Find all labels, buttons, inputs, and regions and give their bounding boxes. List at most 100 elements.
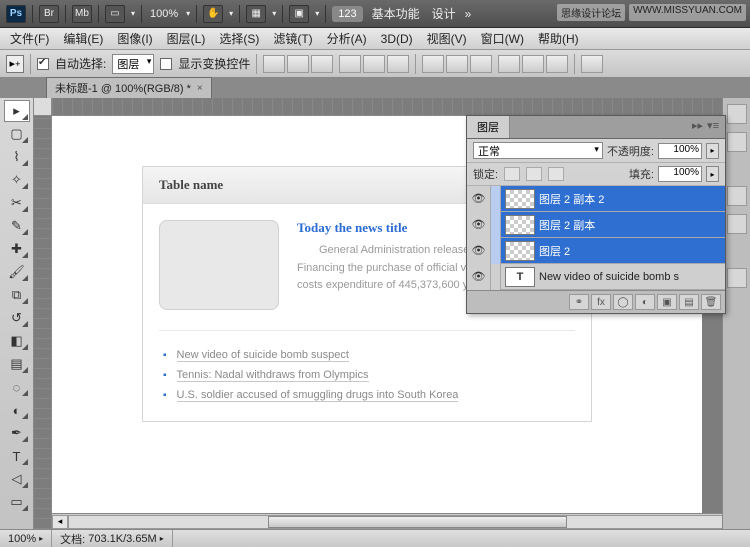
chevron-right-icon[interactable]: ▸ — [160, 534, 164, 543]
heal-tool[interactable]: ✚ — [4, 238, 30, 260]
dock-styles-icon[interactable] — [727, 214, 747, 234]
lasso-tool[interactable]: ⌇ — [4, 146, 30, 168]
trash-icon[interactable]: 🗑 — [701, 294, 721, 310]
layer-row[interactable]: 👁 图层 2 — [467, 238, 725, 264]
lock-pixels-icon[interactable] — [504, 167, 520, 181]
eraser-tool[interactable]: ◧ — [4, 330, 30, 352]
layer-name[interactable]: 图层 2 副本 2 — [539, 191, 604, 207]
dist-vcenter-icon[interactable] — [446, 55, 468, 73]
menu-file[interactable]: 文件(F) — [4, 28, 55, 49]
dock-layers-icon[interactable] — [727, 268, 747, 288]
dist-bottom-icon[interactable] — [470, 55, 492, 73]
blur-tool[interactable]: ◌ — [4, 376, 30, 398]
layer-name[interactable]: 图层 2 — [539, 243, 570, 259]
auto-select-checkbox[interactable] — [37, 58, 49, 70]
stamp-tool[interactable]: ⧉ — [4, 284, 30, 306]
type-tool[interactable]: T — [4, 445, 30, 467]
arrange-icon[interactable]: ▦ — [246, 5, 266, 23]
new-layer-icon[interactable]: ▤ — [679, 294, 699, 310]
dist-hcenter-icon[interactable] — [522, 55, 544, 73]
menu-filter[interactable]: 滤镜(T) — [267, 28, 318, 49]
panel-collapse-icon[interactable]: ▸▸ — [692, 119, 703, 135]
minibridge-icon[interactable]: Mb — [72, 5, 92, 23]
shape-tool[interactable]: ▭ — [4, 491, 30, 513]
visibility-icon[interactable]: 👁 — [467, 238, 491, 264]
auto-select-dropdown[interactable]: 图层 — [112, 54, 154, 74]
close-icon[interactable]: × — [197, 83, 203, 94]
ruler-vertical[interactable] — [34, 116, 52, 529]
zoom-level[interactable]: 100% — [148, 8, 180, 20]
gradient-tool[interactable]: ▤ — [4, 353, 30, 375]
ps-logo-icon[interactable]: Ps — [6, 5, 26, 23]
mask-icon[interactable]: ◯ — [613, 294, 633, 310]
brush-tool[interactable]: 🖌 — [4, 261, 30, 283]
blend-mode-select[interactable]: 正常 — [473, 142, 603, 159]
fx-icon[interactable]: fx — [591, 294, 611, 310]
dock-adjust-icon[interactable] — [727, 186, 747, 206]
menu-analysis[interactable]: 分析(A) — [321, 28, 373, 49]
opacity-input[interactable]: 100% — [658, 143, 702, 159]
dodge-tool[interactable]: ◐ — [4, 399, 30, 421]
layer-row[interactable]: 👁 图层 2 副本 — [467, 212, 725, 238]
dock-color-icon[interactable] — [727, 104, 747, 124]
layer-row[interactable]: 👁 图层 2 副本 2 — [467, 186, 725, 212]
wand-tool[interactable]: ✧ — [4, 169, 30, 191]
pen-tool[interactable]: ✒ — [4, 422, 30, 444]
visibility-icon[interactable]: 👁 — [467, 186, 491, 212]
visibility-icon[interactable]: 👁 — [467, 212, 491, 238]
layer-name[interactable]: New video of suicide bomb s — [539, 271, 679, 283]
menu-help[interactable]: 帮助(H) — [532, 28, 585, 49]
dock-swatches-icon[interactable] — [727, 132, 747, 152]
align-left-icon[interactable] — [339, 55, 361, 73]
align-top-icon[interactable] — [263, 55, 285, 73]
menu-select[interactable]: 选择(S) — [213, 28, 265, 49]
workspace-design[interactable]: 设计 — [429, 5, 459, 22]
scroll-thumb[interactable] — [268, 516, 567, 528]
opacity-arrow-icon[interactable]: ▸ — [706, 143, 719, 159]
dist-top-icon[interactable] — [422, 55, 444, 73]
adjustment-icon[interactable]: ◐ — [635, 294, 655, 310]
menu-layer[interactable]: 图层(L) — [161, 28, 212, 49]
view-extras-icon[interactable]: ▭ — [105, 5, 125, 23]
align-hcenter-icon[interactable] — [363, 55, 385, 73]
show-transform-checkbox[interactable] — [160, 58, 172, 70]
history-brush-tool[interactable]: ↺ — [4, 307, 30, 329]
layers-tab[interactable]: 图层 — [467, 116, 510, 138]
dist-right-icon[interactable] — [546, 55, 568, 73]
menu-3d[interactable]: 3D(D) — [375, 30, 419, 48]
visibility-icon[interactable]: 👁 — [467, 264, 491, 290]
fill-arrow-icon[interactable]: ▸ — [706, 166, 719, 182]
eyedropper-tool[interactable]: ✎ — [4, 215, 30, 237]
menu-window[interactable]: 窗口(W) — [475, 28, 530, 49]
move-tool-icon[interactable]: ▸+ — [6, 55, 24, 73]
marquee-tool[interactable]: ▢ — [4, 123, 30, 145]
group-icon[interactable]: ▣ — [657, 294, 677, 310]
align-vcenter-icon[interactable] — [287, 55, 309, 73]
link-layers-icon[interactable]: ⚭ — [569, 294, 589, 310]
status-zoom[interactable]: 100%▸ — [0, 530, 52, 547]
layer-row[interactable]: 👁 T New video of suicide bomb s — [467, 264, 725, 290]
menu-image[interactable]: 图像(I) — [111, 28, 158, 49]
screen-mode-icon[interactable]: ▣ — [289, 5, 309, 23]
hand-icon[interactable]: ✋ — [203, 5, 223, 23]
chevron-right-icon[interactable]: ▸ — [39, 534, 43, 543]
panel-menu-icon[interactable]: ▾≡ — [707, 119, 719, 135]
align-bottom-icon[interactable] — [311, 55, 333, 73]
document-tab[interactable]: 未标题-1 @ 100%(RGB/8) * × — [46, 77, 212, 98]
lock-position-icon[interactable] — [526, 167, 542, 181]
scrollbar-horizontal[interactable]: ◂ ▸ — [52, 513, 750, 529]
menu-edit[interactable]: 编辑(E) — [57, 28, 109, 49]
lock-all-icon[interactable] — [548, 167, 564, 181]
workspace-chip[interactable]: 123 — [332, 6, 362, 22]
workspace-essentials[interactable]: 基本功能 — [369, 5, 423, 22]
dist-left-icon[interactable] — [498, 55, 520, 73]
fill-input[interactable]: 100% — [658, 166, 702, 182]
ruler-horizontal[interactable] — [52, 98, 750, 116]
move-tool[interactable]: ▸ — [4, 100, 30, 122]
auto-align-icon[interactable] — [581, 55, 603, 73]
menu-view[interactable]: 视图(V) — [421, 28, 473, 49]
bridge-icon[interactable]: Br — [39, 5, 59, 23]
ruler-origin[interactable] — [34, 98, 52, 116]
status-doc-size[interactable]: 文档:703.1K/3.65M▸ — [52, 530, 173, 547]
path-select-tool[interactable]: ◁ — [4, 468, 30, 490]
